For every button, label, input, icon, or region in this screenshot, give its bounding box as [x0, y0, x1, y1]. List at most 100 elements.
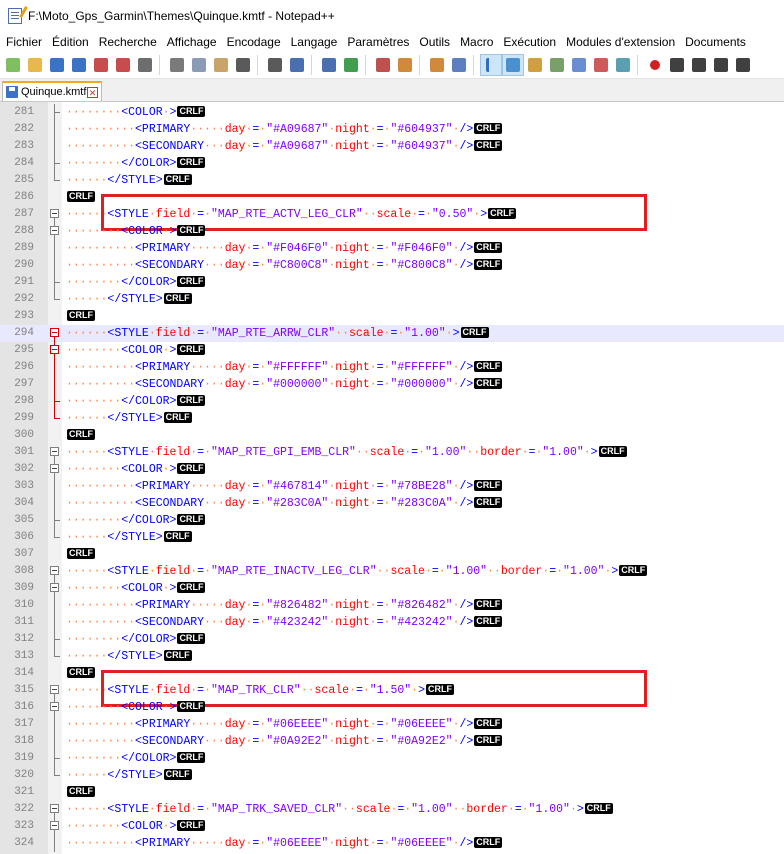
sync-vertical-button[interactable]	[394, 54, 416, 76]
code-line[interactable]: 295 ········<COLOR·> CRLF	[0, 342, 784, 359]
menu-modules-d-extension[interactable]: Modules d'extension	[561, 32, 680, 52]
code-line[interactable]: 318 ··········<SECONDARY···day·=·"#0A92E2…	[0, 733, 784, 750]
tab-quinque-kmtf[interactable]: Quinque.kmtf ✕	[2, 81, 102, 101]
code-line[interactable]: 283 ··········<SECONDARY···day·=·"#A09687…	[0, 138, 784, 155]
save-all-icon	[72, 58, 86, 72]
fold-toggle-icon[interactable]	[50, 226, 59, 235]
copy-button[interactable]	[188, 54, 210, 76]
code-line[interactable]: 285 ······</STYLE> CRLF	[0, 172, 784, 189]
zoom-out-button[interactable]	[372, 54, 394, 76]
function-list-button[interactable]	[568, 54, 590, 76]
new-file-button[interactable]	[2, 54, 24, 76]
code-line[interactable]: 293 CRLF	[0, 308, 784, 325]
fold-toggle-icon[interactable]	[50, 464, 59, 473]
paste-button[interactable]	[210, 54, 232, 76]
undo-button[interactable]	[232, 54, 254, 76]
save-button[interactable]	[46, 54, 68, 76]
code-line[interactable]: 303 ··········<PRIMARY·····day·=·"#467814…	[0, 478, 784, 495]
fold-toggle-icon[interactable]	[50, 345, 59, 354]
play-macro-button[interactable]	[688, 54, 710, 76]
code-line[interactable]: 305 ········</COLOR> CRLF	[0, 512, 784, 529]
sync-horizontal-button[interactable]	[426, 54, 448, 76]
tab-close-icon[interactable]: ✕	[87, 86, 98, 98]
code-line[interactable]: 320 ······</STYLE> CRLF	[0, 767, 784, 784]
code-line[interactable]: 300 CRLF	[0, 427, 784, 444]
code-line[interactable]: 296 ··········<PRIMARY·····day·=·"#FFFFFF…	[0, 359, 784, 376]
code-line[interactable]: 306 ······</STYLE> CRLF	[0, 529, 784, 546]
save-macro-button[interactable]	[732, 54, 754, 76]
fold-toggle-icon[interactable]	[50, 447, 59, 456]
code-line[interactable]: 288 ········<COLOR·> CRLF	[0, 223, 784, 240]
fold-toggle-icon[interactable]	[50, 804, 59, 813]
folder-workspace-button[interactable]	[590, 54, 612, 76]
code-line[interactable]: 291 ········</COLOR> CRLF	[0, 274, 784, 291]
code-line[interactable]: 299 ······</STYLE> CRLF	[0, 410, 784, 427]
code-line[interactable]: 297 ··········<SECONDARY···day·=·"#000000…	[0, 376, 784, 393]
find-button[interactable]	[286, 54, 308, 76]
fold-toggle-icon[interactable]	[50, 685, 59, 694]
fold-toggle-icon[interactable]	[50, 328, 59, 337]
menu-langage[interactable]: Langage	[286, 32, 343, 52]
code-line[interactable]: 313 ······</STYLE> CRLF	[0, 648, 784, 665]
cut-button[interactable]	[166, 54, 188, 76]
menu-affichage[interactable]: Affichage	[162, 32, 222, 52]
code-line[interactable]: 321 CRLF	[0, 784, 784, 801]
indent-guide-button[interactable]	[502, 54, 524, 76]
replace-button[interactable]	[318, 54, 340, 76]
code-line[interactable]: 307 CRLF	[0, 546, 784, 563]
menu-encodage[interactable]: Encodage	[222, 32, 286, 52]
editor[interactable]: 281 ········<COLOR·> CRLF 282 ··········<PRI…	[0, 102, 784, 854]
code-line[interactable]: 308 ······<STYLE·field·=·"MAP_RTE_INACTV_…	[0, 563, 784, 580]
monitor-button[interactable]	[612, 54, 634, 76]
fold-toggle-icon[interactable]	[50, 821, 59, 830]
fold-toggle-icon[interactable]	[50, 702, 59, 711]
code-line[interactable]: 322 ······<STYLE·field·=·"MAP_TRK_SAVED_C…	[0, 801, 784, 818]
redo-button[interactable]	[264, 54, 286, 76]
code-line[interactable]: 301 ······<STYLE·field·=·"MAP_RTE_GPI_EMB…	[0, 444, 784, 461]
code-line[interactable]: 309 ········<COLOR·> CRLF	[0, 580, 784, 597]
close-button[interactable]	[90, 54, 112, 76]
menu-documents[interactable]: Documents	[680, 32, 751, 52]
code-line[interactable]: 294 ······<STYLE·field·=·"MAP_RTE_ARRW_CL…	[0, 325, 784, 342]
menu-outils[interactable]: Outils	[414, 32, 455, 52]
menu-paramètres[interactable]: Paramètres	[342, 32, 414, 52]
code-line[interactable]: 316 ········<COLOR·> CRLF	[0, 699, 784, 716]
code-line[interactable]: 290 ··········<SECONDARY···day·=·"#C800C8…	[0, 257, 784, 274]
code-line[interactable]: 302 ········<COLOR·> CRLF	[0, 461, 784, 478]
run-macro-button[interactable]	[710, 54, 732, 76]
word-wrap-button[interactable]	[448, 54, 470, 76]
code-line[interactable]: 319 ········</COLOR> CRLF	[0, 750, 784, 767]
code-line[interactable]: 312 ········</COLOR> CRLF	[0, 631, 784, 648]
code-line[interactable]: 292 ······</STYLE> CRLF	[0, 291, 784, 308]
stop-macro-button[interactable]	[666, 54, 688, 76]
zoom-in-button[interactable]	[340, 54, 362, 76]
language-button[interactable]	[524, 54, 546, 76]
code-line[interactable]: 323 ········<COLOR·> CRLF	[0, 818, 784, 835]
code-line[interactable]: 289 ··········<PRIMARY·····day·=·"#F046F0…	[0, 240, 784, 257]
code-line[interactable]: 284 ········</COLOR> CRLF	[0, 155, 784, 172]
whitespace-dots: ········	[66, 106, 122, 119]
open-file-button[interactable]	[24, 54, 46, 76]
save-all-button[interactable]	[68, 54, 90, 76]
code-line[interactable]: 310 ··········<PRIMARY·····day·=·"#826482…	[0, 597, 784, 614]
menu-recherche[interactable]: Recherche	[94, 32, 162, 52]
fold-toggle-icon[interactable]	[50, 209, 59, 218]
menu-édition[interactable]: Édition	[47, 32, 94, 52]
code-line[interactable]: 304 ··········<SECONDARY···day·=·"#283C0A…	[0, 495, 784, 512]
code-line[interactable]: 317 ··········<PRIMARY·····day·=·"#06EEEE…	[0, 716, 784, 733]
print-button[interactable]	[134, 54, 156, 76]
record-macro-button[interactable]	[644, 54, 666, 76]
fold-toggle-icon[interactable]	[50, 583, 59, 592]
code-line[interactable]: 282 ··········<PRIMARY·····day·=·"#A09687…	[0, 121, 784, 138]
fold-toggle-icon[interactable]	[50, 566, 59, 575]
menu-exécution[interactable]: Exécution	[498, 32, 561, 52]
menu-macro[interactable]: Macro	[455, 32, 498, 52]
code-line[interactable]: 281 ········<COLOR·> CRLF	[0, 104, 784, 121]
menu-fichier[interactable]: Fichier	[1, 32, 47, 52]
code-line[interactable]: 311 ··········<SECONDARY···day·=·"#423242…	[0, 614, 784, 631]
code-line[interactable]: 298 ········</COLOR> CRLF	[0, 393, 784, 410]
code-line[interactable]: 324 ··········<PRIMARY·····day·=·"#06EEEE…	[0, 835, 784, 852]
close-all-button[interactable]	[112, 54, 134, 76]
doc-map-button[interactable]	[546, 54, 568, 76]
show-all-chars-button[interactable]	[480, 54, 502, 76]
